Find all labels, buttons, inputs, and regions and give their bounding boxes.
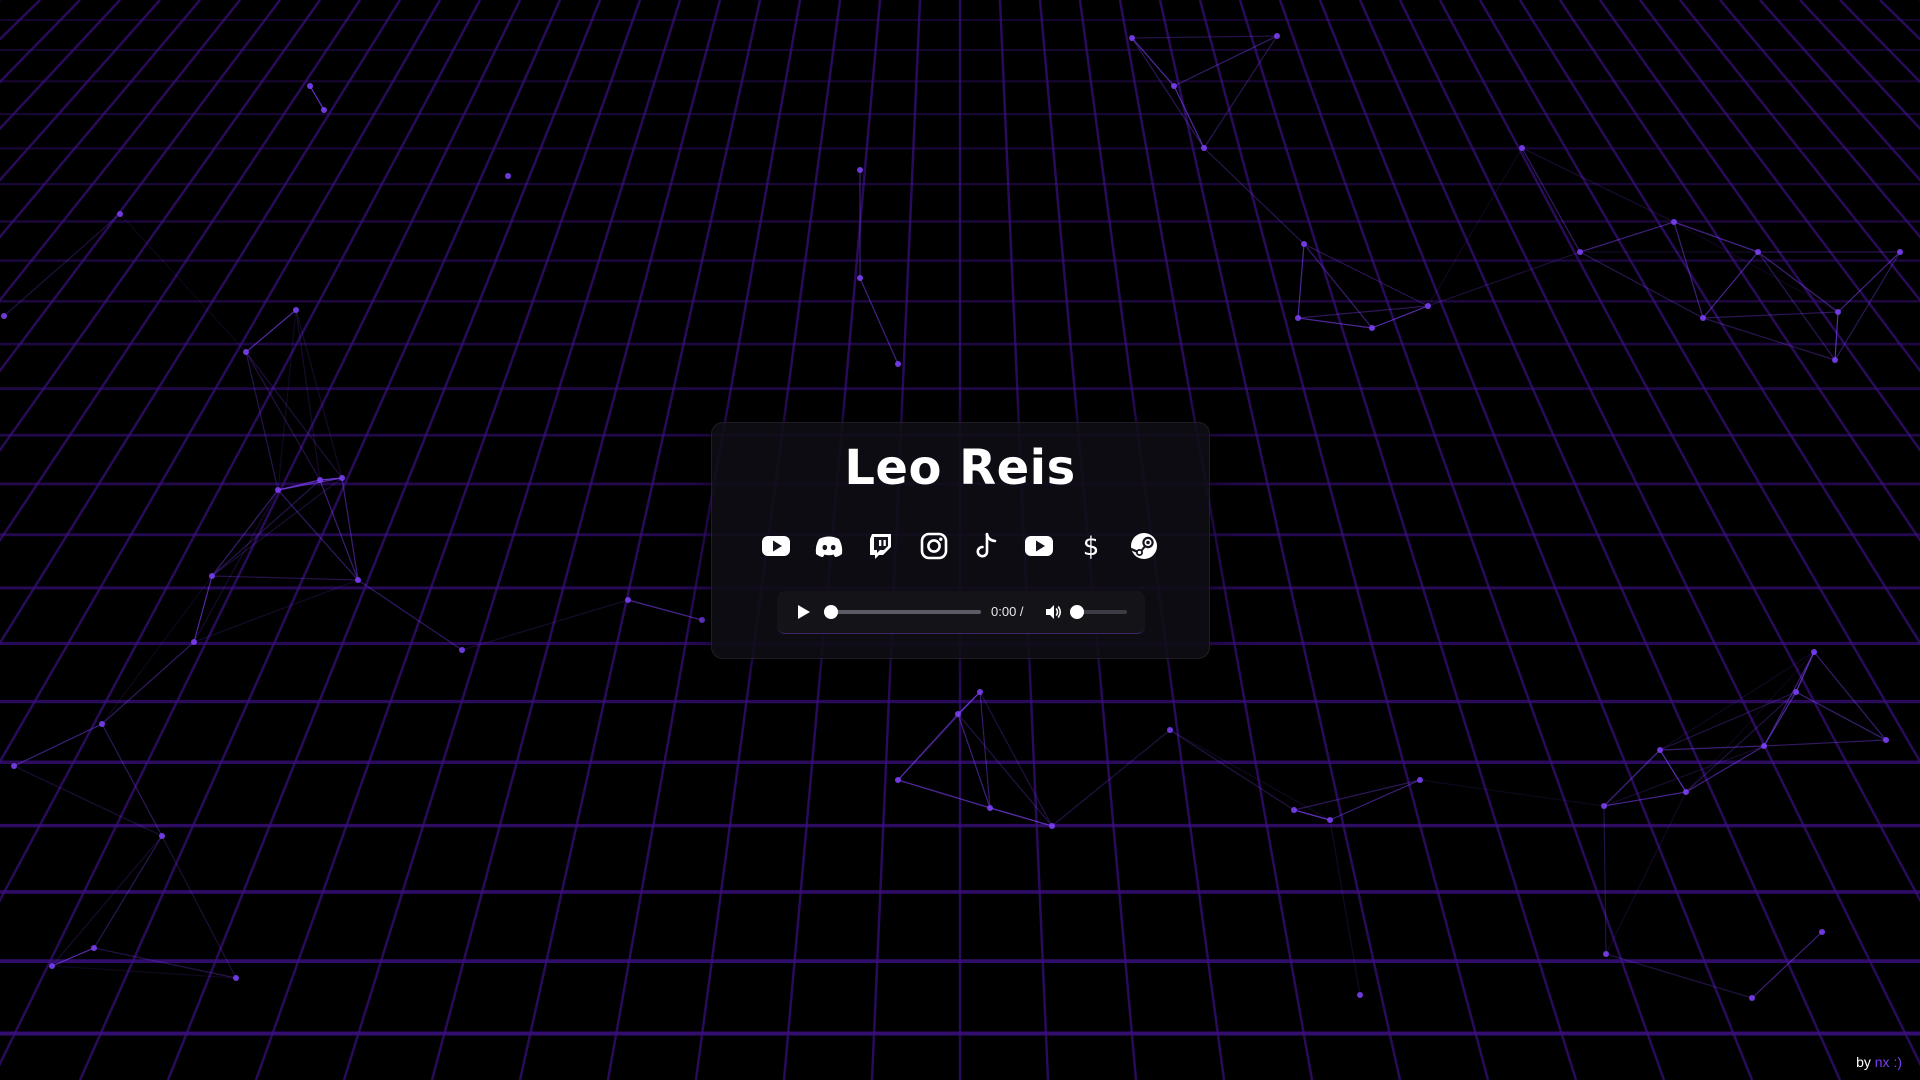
volume-slider[interactable]	[1070, 605, 1127, 619]
progress-thumb[interactable]	[824, 605, 838, 619]
instagram-icon	[920, 532, 948, 560]
youtube-icon	[1024, 536, 1053, 556]
steam-icon	[1130, 533, 1157, 559]
play-button[interactable]	[793, 602, 813, 622]
volume-thumb[interactable]	[1070, 605, 1084, 619]
dollar-icon: $	[1083, 532, 1100, 562]
audio-player: 0:00 /	[777, 591, 1145, 634]
volume-icon	[1046, 605, 1062, 619]
progress-slider[interactable]	[824, 605, 981, 619]
social-links: $	[0, 528, 1920, 564]
youtube-icon	[762, 536, 791, 556]
instagram-link[interactable]	[916, 528, 952, 564]
play-icon	[798, 605, 810, 619]
profile-name: Leo Reis	[844, 440, 1076, 496]
time-display: 0:00 /	[991, 604, 1024, 619]
credit-by: by	[1856, 1054, 1871, 1070]
author-link[interactable]: nx :)	[1875, 1054, 1902, 1070]
discord-link[interactable]	[811, 528, 847, 564]
steam-link[interactable]	[1126, 528, 1162, 564]
tiktok-icon	[976, 532, 997, 558]
author-credit: by nx :)	[1856, 1054, 1902, 1070]
donate-link[interactable]: $	[1073, 528, 1109, 564]
discord-icon	[815, 536, 843, 557]
twitch-icon	[870, 534, 892, 559]
twitch-link[interactable]	[863, 528, 899, 564]
tiktok-link[interactable]	[968, 528, 1004, 564]
svg-text:$: $	[1083, 532, 1100, 562]
youtube-link[interactable]	[758, 528, 794, 564]
youtube-link-2[interactable]	[1021, 528, 1057, 564]
mute-button[interactable]	[1043, 602, 1063, 622]
